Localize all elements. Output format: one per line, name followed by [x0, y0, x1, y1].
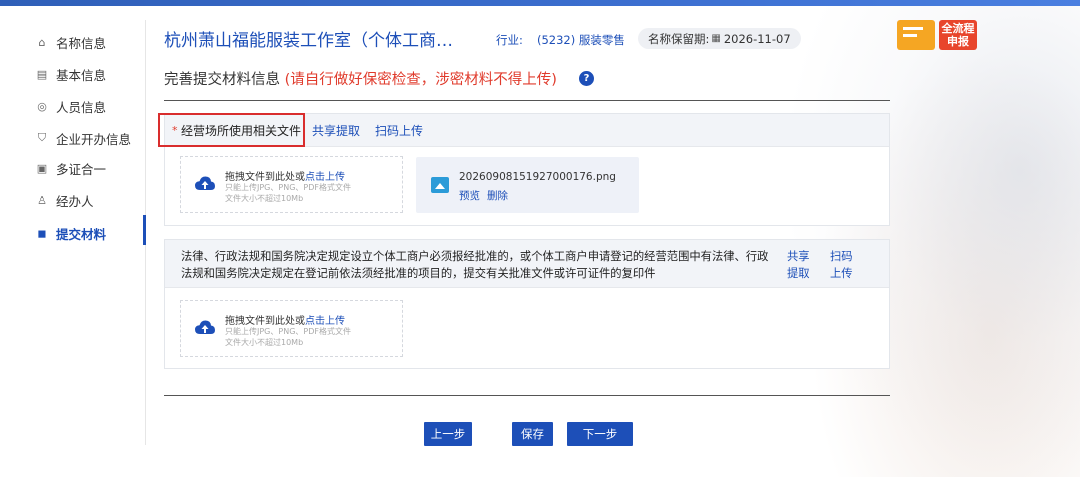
- section-title-text: 完善提交材料信息: [164, 72, 280, 88]
- divider: [164, 100, 890, 101]
- dropzone-instruction: 拖拽文件到此处或点击上传: [225, 168, 345, 183]
- sidebar-item-agent[interactable]: ♙ 经办人: [36, 190, 94, 210]
- monitor-icon: [897, 20, 935, 50]
- sidebar-item-personnel-info[interactable]: ◎ 人员信息: [36, 96, 106, 116]
- format-hint: 只能上传JPG、PNG、PDF格式文件: [225, 327, 351, 336]
- cloud-upload-icon: [195, 320, 215, 334]
- sidebar-item-label: 基本信息: [56, 67, 107, 83]
- submit-icon: ◼: [37, 226, 47, 240]
- sidebar-item-label: 多证合一: [56, 161, 107, 177]
- retention-date: 2026-11-07: [723, 31, 791, 46]
- name-retention-badge: 名称保留期: ▦ 2026-11-07: [638, 28, 801, 49]
- size-hint: 文件大小不超过10Mb: [225, 194, 304, 203]
- sidebar-item-name-info[interactable]: ⌂ 名称信息: [36, 32, 107, 52]
- sidebar-item-basic-info[interactable]: ▤ 基本信息: [36, 64, 106, 84]
- full-process-tag: 全流程申报: [939, 20, 977, 50]
- sidebar-item-label: 企业开办信息: [56, 131, 132, 147]
- share-extract-link[interactable]: 共享提取: [312, 122, 360, 139]
- required-mark: *: [172, 124, 178, 137]
- calendar-icon: ▦: [711, 33, 721, 44]
- sidebar-item-company-setup[interactable]: ⛉ 企业开办信息: [36, 128, 131, 148]
- scan-upload-link[interactable]: 扫码上传: [375, 122, 423, 139]
- image-file-icon: [431, 177, 449, 193]
- dropzone-instruction: 拖拽文件到此处或点击上传: [225, 312, 345, 327]
- sidebar-item-label: 名称信息: [56, 35, 107, 51]
- previous-step-button[interactable]: 上一步: [424, 422, 472, 446]
- home-icon: ⌂: [38, 35, 46, 49]
- preview-link[interactable]: 预览: [459, 188, 480, 203]
- industry-label: 行业:: [496, 33, 523, 47]
- confidential-warning: (请自行做好保密检查，涉密材料不得上传): [284, 72, 557, 88]
- industry-value: (5232) 服装零售: [537, 33, 625, 47]
- share-extract-link[interactable]: 共享提取: [787, 248, 813, 282]
- full-process-badge[interactable]: 全流程申报: [897, 18, 1001, 52]
- format-hint: 只能上传JPG、PNG、PDF格式文件: [225, 183, 351, 192]
- delete-link[interactable]: 删除: [487, 188, 508, 203]
- company-name: 杭州萧山福能服装工作室（个体工商…: [164, 31, 453, 51]
- size-hint: 文件大小不超过10Mb: [225, 338, 304, 347]
- sidebar-item-label: 提交材料: [56, 226, 107, 242]
- divider: [164, 395, 890, 396]
- agent-icon: ♙: [37, 193, 47, 207]
- premises-doc-label: 经营场所使用相关文件: [181, 124, 302, 138]
- shield-icon: ⛉: [37, 131, 47, 144]
- retention-label: 名称保留期:: [648, 31, 710, 46]
- certificate-icon: ▣: [36, 161, 48, 175]
- active-indicator: [143, 215, 146, 245]
- cloud-upload-icon: [195, 176, 215, 190]
- person-icon: ◎: [37, 99, 47, 113]
- sidebar-item-label: 人员信息: [56, 99, 107, 115]
- sidebar-item-label: 经办人: [56, 193, 94, 209]
- file-name: 20260908151927000176.png: [459, 171, 616, 183]
- document-icon: ▤: [36, 67, 48, 81]
- sidebar-item-multi-cert[interactable]: ▣ 多证合一: [36, 158, 106, 178]
- save-button[interactable]: 保存: [512, 422, 553, 446]
- file-dropzone[interactable]: 拖拽文件到此处或点击上传 只能上传JPG、PNG、PDF格式文件 文件大小不超过…: [180, 156, 403, 213]
- next-step-button[interactable]: 下一步: [567, 422, 633, 446]
- sidebar-item-submit-materials[interactable]: ◼ 提交材料: [36, 223, 106, 243]
- help-icon[interactable]: ?: [579, 71, 594, 86]
- scan-upload-link[interactable]: 扫码上传: [830, 248, 856, 282]
- file-dropzone[interactable]: 拖拽文件到此处或点击上传 只能上传JPG、PNG、PDF格式文件 文件大小不超过…: [180, 300, 403, 357]
- uploaded-file-card: 20260908151927000176.png 预览 删除: [416, 157, 639, 213]
- approval-doc-label: 法律、行政法规和国务院决定规定设立个体工商户必须报经批准的，或个体工商户申请登记…: [181, 250, 769, 280]
- page-title: 完善提交材料信息 (请自行做好保密检查，涉密材料不得上传): [164, 68, 557, 89]
